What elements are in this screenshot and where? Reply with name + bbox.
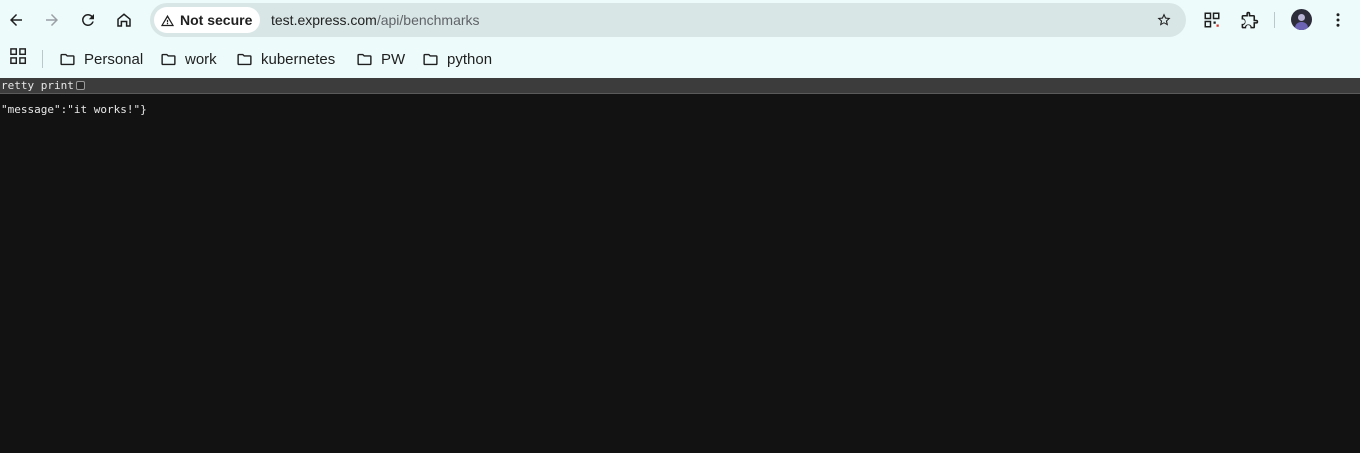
pretty-print-bar: retty print	[0, 78, 1360, 94]
bookmark-label: work	[185, 50, 217, 68]
arrow-left-icon	[10, 14, 22, 26]
pretty-print-checkbox[interactable]	[75, 81, 85, 90]
qr-code-button[interactable]	[1200, 8, 1224, 32]
bookmark-label: PW	[381, 50, 406, 68]
forward-button[interactable]	[38, 6, 66, 34]
toolbar-divider	[1274, 12, 1275, 28]
back-button[interactable]	[2, 6, 30, 34]
bookmarks-divider	[42, 50, 43, 68]
url-text[interactable]: test.express.com/api/benchmarks	[271, 3, 480, 37]
folder-icon	[60, 53, 75, 65]
qr-code-icon	[1204, 12, 1220, 28]
arrow-right-icon	[46, 14, 58, 26]
pretty-print-label: retty print	[1, 79, 74, 92]
bookmark-folder-kubernetes[interactable]: kubernetes	[236, 46, 335, 72]
star-icon	[1157, 13, 1171, 26]
bookmark-folder-personal[interactable]: Personal	[59, 46, 143, 72]
address-bar[interactable]: Not secure test.express.com/api/benchmar…	[150, 3, 1186, 37]
url-host: test.express.com	[271, 12, 377, 28]
folder-icon	[161, 53, 176, 65]
bookmark-label: python	[447, 50, 493, 68]
warning-icon	[160, 14, 175, 26]
menu-button[interactable]	[1326, 8, 1350, 32]
home-button[interactable]	[110, 6, 138, 34]
page-content: retty print "message":"it works!"}	[0, 78, 1360, 453]
bookmarks-bar: Personal work kubernetes PW python	[0, 40, 1360, 78]
folder-icon	[423, 53, 438, 65]
extensions-button[interactable]	[1237, 8, 1261, 32]
security-label: Not secure	[180, 12, 253, 28]
bookmark-star-button[interactable]	[1152, 8, 1176, 32]
security-chip[interactable]: Not secure	[154, 7, 261, 33]
profile-avatar[interactable]	[1291, 9, 1312, 30]
bookmark-folder-work[interactable]: work	[160, 46, 217, 72]
reload-button[interactable]	[74, 6, 102, 34]
bookmark-folder-pw[interactable]: PW	[356, 46, 405, 72]
apps-button[interactable]	[10, 48, 30, 68]
folder-icon	[357, 53, 372, 65]
puzzle-icon	[1241, 11, 1258, 28]
bookmark-label: kubernetes	[261, 50, 336, 68]
bookmark-folder-python[interactable]: python	[422, 46, 492, 72]
browser-toolbar: Not secure test.express.com/api/benchmar…	[0, 0, 1360, 40]
json-response-text: "message":"it works!"}	[1, 103, 147, 116]
reload-icon	[82, 13, 94, 26]
folder-icon	[237, 53, 252, 65]
kebab-menu-icon	[1336, 13, 1340, 27]
url-path: /api/benchmarks	[376, 12, 480, 28]
bookmark-label: Personal	[84, 50, 144, 68]
apps-grid-icon	[10, 48, 27, 65]
home-icon	[117, 13, 131, 27]
